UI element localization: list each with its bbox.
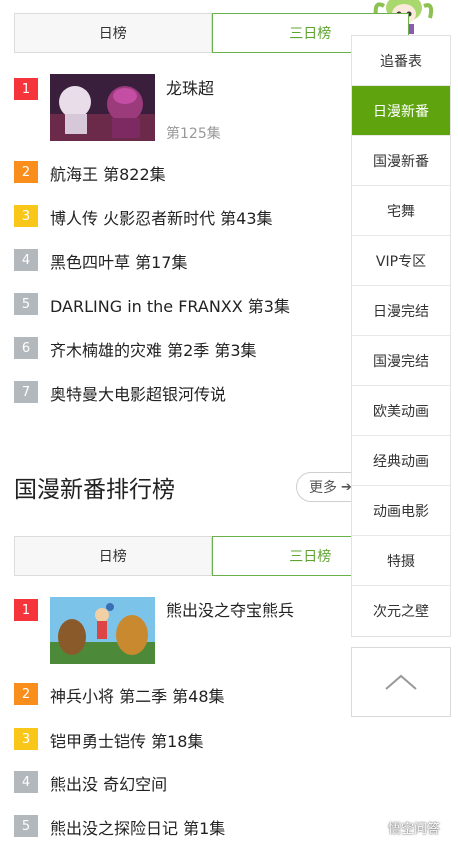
- chevron-up-icon: [385, 674, 417, 690]
- rank-title[interactable]: 熊出没之探险日记 第1集: [50, 815, 225, 839]
- tab-daily[interactable]: 日榜: [14, 536, 212, 576]
- rank-title[interactable]: 齐木楠雄的灾难 第2季 第3集: [50, 337, 257, 361]
- side-item-riman-xinfan[interactable]: 日漫新番: [352, 86, 450, 136]
- rank-title[interactable]: 神兵小将 第二季 第48集: [50, 683, 225, 707]
- section1-tabs: 日榜 三日榜: [14, 13, 409, 53]
- side-item-vip[interactable]: VIP专区: [352, 236, 450, 286]
- side-item-jingdian[interactable]: 经典动画: [352, 436, 450, 486]
- rank-badge: 1: [14, 599, 38, 621]
- rank-title[interactable]: 熊出没之夺宝熊兵: [166, 597, 294, 621]
- rank-badge: 2: [14, 683, 38, 705]
- back-to-top-button[interactable]: [351, 647, 451, 717]
- side-item-oumei[interactable]: 欧美动画: [352, 386, 450, 436]
- side-item-dianying[interactable]: 动画电影: [352, 486, 450, 536]
- rank-badge: 6: [14, 337, 38, 359]
- rank-badge: 5: [14, 815, 38, 837]
- rank-title[interactable]: 奥特曼大电影超银河传说: [50, 381, 226, 405]
- watermark-text: 悟空问答: [388, 822, 441, 837]
- section-title: 国漫新番排行榜: [14, 477, 175, 503]
- rank-title[interactable]: 博人传 火影忍者新时代 第43集: [50, 205, 273, 229]
- side-item-tese[interactable]: 特摄: [352, 536, 450, 586]
- side-item-guoman-wanjie[interactable]: 国漫完结: [352, 336, 450, 386]
- rank-title[interactable]: 铠甲勇士铠传 第18集: [50, 728, 203, 752]
- side-item-riman-wanjie[interactable]: 日漫完结: [352, 286, 450, 336]
- thumbnail-image[interactable]: [50, 597, 155, 664]
- rank-badge: 7: [14, 381, 38, 403]
- side-category-menu: 追番表 日漫新番 国漫新番 宅舞 VIP专区 日漫完结 国漫完结 欧美动画 经典…: [351, 35, 451, 637]
- rank-badge: 4: [14, 249, 38, 271]
- rank-episode: 第125集: [166, 126, 221, 142]
- rank-badge: 1: [14, 78, 38, 100]
- more-label: 更多: [309, 480, 337, 496]
- tab-daily[interactable]: 日榜: [14, 13, 212, 53]
- rank-badge: 5: [14, 293, 38, 315]
- section2-tabs: 日榜 三日榜: [14, 536, 409, 576]
- rank-badge: 4: [14, 771, 38, 793]
- side-item-zhuifanbiao[interactable]: 追番表: [352, 36, 450, 86]
- side-item-guoman-xinfan[interactable]: 国漫新番: [352, 136, 450, 186]
- rank-badge: 2: [14, 161, 38, 183]
- thumbnail-image[interactable]: [50, 74, 155, 141]
- rank-badge: 3: [14, 728, 38, 750]
- rank-title[interactable]: 熊出没 奇幻空间: [50, 771, 167, 795]
- rank-title[interactable]: 航海王 第822集: [50, 161, 166, 185]
- rank-title[interactable]: DARLING in the FRANXX 第3集: [50, 293, 290, 317]
- side-item-ciyuan[interactable]: 次元之壁: [352, 586, 450, 636]
- wukong-logo-icon: [368, 819, 384, 836]
- rank-badge: 3: [14, 205, 38, 227]
- rank-title[interactable]: 龙珠超: [166, 75, 214, 99]
- rank-title[interactable]: 黑色四叶草 第17集: [50, 249, 187, 273]
- side-item-zhaiwu[interactable]: 宅舞: [352, 186, 450, 236]
- watermark: 悟空问答: [368, 818, 440, 837]
